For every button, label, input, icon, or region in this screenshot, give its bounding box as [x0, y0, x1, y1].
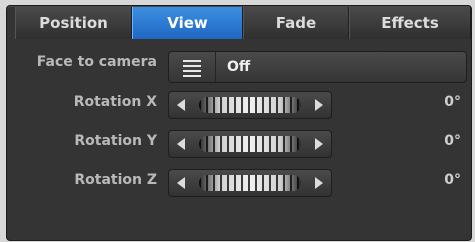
jog-wheel[interactable]: [199, 175, 301, 191]
rotation-z-stepper[interactable]: [168, 169, 332, 197]
rotation-z-value: 0°: [444, 172, 461, 188]
rotation-z-label: Rotation Z: [74, 172, 157, 188]
rotation-y-value: 0°: [444, 133, 461, 149]
rotation-x-stepper[interactable]: [168, 91, 332, 119]
jog-wheel[interactable]: [199, 136, 301, 152]
face-to-camera-value: Off: [227, 59, 251, 75]
jog-wheel[interactable]: [199, 97, 301, 113]
decrement-arrow-icon[interactable]: [171, 170, 191, 196]
rotation-x-value: 0°: [444, 94, 461, 110]
rotation-y-stepper[interactable]: [168, 130, 332, 158]
increment-arrow-icon[interactable]: [309, 170, 329, 196]
decrement-arrow-icon[interactable]: [171, 131, 191, 157]
tab-bar: Position View Fade Effects: [15, 7, 471, 39]
tab-fade[interactable]: Fade: [243, 7, 349, 39]
rotation-x-label: Rotation X: [73, 94, 157, 110]
face-to-camera-label: Face to camera: [36, 54, 157, 70]
properties-panel: Position View Fade Effects Face to camer…: [6, 5, 472, 241]
tab-position[interactable]: Position: [15, 7, 132, 39]
increment-arrow-icon[interactable]: [309, 131, 329, 157]
decrement-arrow-icon[interactable]: [171, 92, 191, 118]
increment-arrow-icon[interactable]: [309, 92, 329, 118]
tab-view[interactable]: View: [132, 7, 243, 39]
rotation-y-label: Rotation Y: [74, 133, 157, 149]
face-to-camera-dropdown[interactable]: Off: [168, 51, 467, 83]
list-icon[interactable]: [169, 52, 216, 82]
tab-effects[interactable]: Effects: [349, 7, 471, 39]
